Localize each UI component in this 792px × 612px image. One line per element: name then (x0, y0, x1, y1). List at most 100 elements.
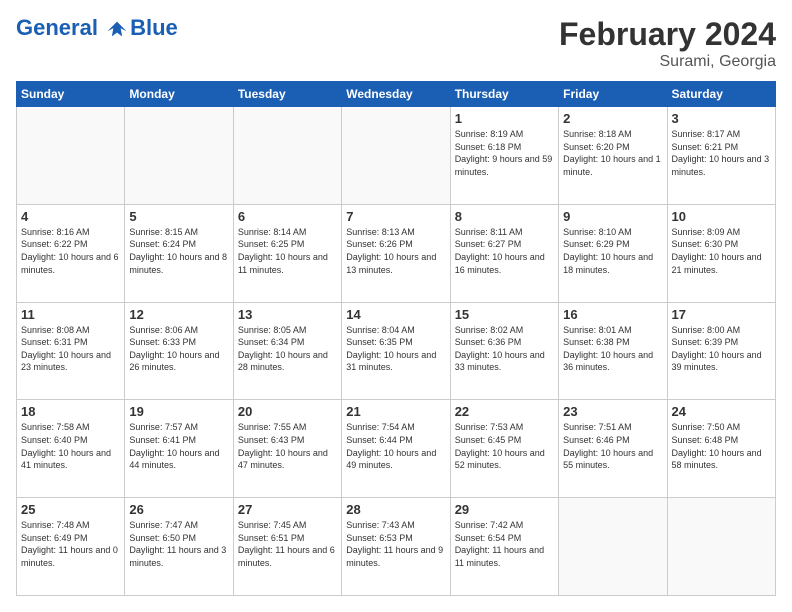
calendar-cell: 3 Sunrise: 8:17 AMSunset: 6:21 PMDaylight… (667, 107, 775, 205)
calendar-week-3: 18 Sunrise: 7:58 AMSunset: 6:40 PMDayligh… (17, 400, 776, 498)
calendar-cell: 21 Sunrise: 7:54 AMSunset: 6:44 PMDayligh… (342, 400, 450, 498)
calendar-cell (559, 498, 667, 596)
calendar-cell (667, 498, 775, 596)
calendar-cell: 24 Sunrise: 7:50 AMSunset: 6:48 PMDayligh… (667, 400, 775, 498)
calendar-cell: 13 Sunrise: 8:05 AMSunset: 6:34 PMDayligh… (233, 302, 341, 400)
logo: General Blue (16, 16, 178, 40)
calendar-cell: 26Sunrise: 7:47 AMSunset: 6:50 PMDayligh… (125, 498, 233, 596)
day-info: Sunrise: 8:10 AMSunset: 6:29 PMDaylight:… (563, 226, 662, 276)
day-number: 13 (238, 307, 337, 322)
calendar-cell: 16 Sunrise: 8:01 AMSunset: 6:38 PMDayligh… (559, 302, 667, 400)
day-number: 19 (129, 404, 228, 419)
day-info: Sunrise: 8:06 AMSunset: 6:33 PMDaylight:… (129, 324, 228, 374)
day-number: 20 (238, 404, 337, 419)
weekday-header-tuesday: Tuesday (233, 82, 341, 107)
day-number: 11 (21, 307, 120, 322)
calendar-cell: 11Sunrise: 8:08 AMSunset: 6:31 PMDayligh… (17, 302, 125, 400)
day-info: Sunrise: 8:15 AMSunset: 6:24 PMDaylight:… (129, 226, 228, 276)
day-number: 14 (346, 307, 445, 322)
day-info: Sunrise: 7:50 AMSunset: 6:48 PMDaylight:… (672, 421, 771, 471)
day-number: 3 (672, 111, 771, 126)
calendar-cell: 27Sunrise: 7:45 AMSunset: 6:51 PMDayligh… (233, 498, 341, 596)
day-number: 25 (21, 502, 120, 517)
day-info: Sunrise: 8:19 AMSunset: 6:18 PMDaylight:… (455, 128, 554, 178)
calendar-cell: 23 Sunrise: 7:51 AMSunset: 6:46 PMDayligh… (559, 400, 667, 498)
calendar-week-1: 4 Sunrise: 8:16 AMSunset: 6:22 PMDaylight… (17, 204, 776, 302)
day-number: 22 (455, 404, 554, 419)
calendar-cell: 9 Sunrise: 8:10 AMSunset: 6:29 PMDaylight… (559, 204, 667, 302)
calendar-cell: 2Sunrise: 8:18 AMSunset: 6:20 PMDaylight… (559, 107, 667, 205)
day-number: 18 (21, 404, 120, 419)
day-info: Sunrise: 8:13 AMSunset: 6:26 PMDaylight:… (346, 226, 445, 276)
calendar-cell: 4 Sunrise: 8:16 AMSunset: 6:22 PMDaylight… (17, 204, 125, 302)
calendar-cell: 8 Sunrise: 8:11 AMSunset: 6:27 PMDaylight… (450, 204, 558, 302)
logo-text-general: General (16, 15, 98, 40)
calendar-cell: 22 Sunrise: 7:53 AMSunset: 6:45 PMDayligh… (450, 400, 558, 498)
calendar-cell: 25 Sunrise: 7:48 AMSunset: 6:49 PMDayligh… (17, 498, 125, 596)
location-title: Surami, Georgia (559, 53, 776, 71)
day-number: 4 (21, 209, 120, 224)
day-info: Sunrise: 8:05 AMSunset: 6:34 PMDaylight:… (238, 324, 337, 374)
weekday-header-monday: Monday (125, 82, 233, 107)
day-info: Sunrise: 8:11 AMSunset: 6:27 PMDaylight:… (455, 226, 554, 276)
weekday-header-wednesday: Wednesday (342, 82, 450, 107)
day-info: Sunrise: 7:43 AMSunset: 6:53 PMDaylight:… (346, 519, 445, 569)
day-info: Sunrise: 8:16 AMSunset: 6:22 PMDaylight:… (21, 226, 120, 276)
weekday-header-friday: Friday (559, 82, 667, 107)
calendar-cell: 29Sunrise: 7:42 AMSunset: 6:54 PMDayligh… (450, 498, 558, 596)
day-number: 16 (563, 307, 662, 322)
day-number: 17 (672, 307, 771, 322)
day-number: 24 (672, 404, 771, 419)
calendar-table: SundayMondayTuesdayWednesdayThursdayFrid… (16, 81, 776, 596)
logo-text-blue: Blue (130, 16, 178, 40)
day-number: 29 (455, 502, 554, 517)
calendar-week-4: 25 Sunrise: 7:48 AMSunset: 6:49 PMDayligh… (17, 498, 776, 596)
day-info: Sunrise: 8:17 AMSunset: 6:21 PMDaylight:… (672, 128, 771, 178)
day-info: Sunrise: 8:09 AMSunset: 6:30 PMDaylight:… (672, 226, 771, 276)
day-number: 12 (129, 307, 228, 322)
day-info: Sunrise: 7:48 AMSunset: 6:49 PMDaylight:… (21, 519, 120, 569)
day-info: Sunrise: 7:47 AMSunset: 6:50 PMDaylight:… (129, 519, 228, 569)
calendar-cell: 20 Sunrise: 7:55 AMSunset: 6:43 PMDayligh… (233, 400, 341, 498)
calendar-cell: 7Sunrise: 8:13 AMSunset: 6:26 PMDaylight… (342, 204, 450, 302)
calendar-cell: 5 Sunrise: 8:15 AMSunset: 6:24 PMDaylight… (125, 204, 233, 302)
day-number: 2 (563, 111, 662, 126)
calendar-cell (17, 107, 125, 205)
day-info: Sunrise: 8:01 AMSunset: 6:38 PMDaylight:… (563, 324, 662, 374)
month-title: February 2024 (559, 16, 776, 53)
calendar-cell (342, 107, 450, 205)
day-number: 23 (563, 404, 662, 419)
day-info: Sunrise: 7:51 AMSunset: 6:46 PMDaylight:… (563, 421, 662, 471)
day-info: Sunrise: 7:53 AMSunset: 6:45 PMDaylight:… (455, 421, 554, 471)
logo-bird-icon (106, 18, 128, 40)
calendar-week-2: 11Sunrise: 8:08 AMSunset: 6:31 PMDayligh… (17, 302, 776, 400)
calendar-cell: 10Sunrise: 8:09 AMSunset: 6:30 PMDayligh… (667, 204, 775, 302)
weekday-header-saturday: Saturday (667, 82, 775, 107)
day-number: 1 (455, 111, 554, 126)
calendar-cell: 15 Sunrise: 8:02 AMSunset: 6:36 PMDayligh… (450, 302, 558, 400)
calendar-cell: 14 Sunrise: 8:04 AMSunset: 6:35 PMDayligh… (342, 302, 450, 400)
day-number: 9 (563, 209, 662, 224)
weekday-header-thursday: Thursday (450, 82, 558, 107)
calendar-cell: 17Sunrise: 8:00 AMSunset: 6:39 PMDayligh… (667, 302, 775, 400)
day-info: Sunrise: 7:54 AMSunset: 6:44 PMDaylight:… (346, 421, 445, 471)
day-info: Sunrise: 7:55 AMSunset: 6:43 PMDaylight:… (238, 421, 337, 471)
day-number: 21 (346, 404, 445, 419)
calendar-cell: 18 Sunrise: 7:58 AMSunset: 6:40 PMDayligh… (17, 400, 125, 498)
page-header: General Blue February 2024 Surami, Georg… (16, 16, 776, 71)
calendar-cell (125, 107, 233, 205)
day-number: 8 (455, 209, 554, 224)
calendar-header-row: SundayMondayTuesdayWednesdayThursdayFrid… (17, 82, 776, 107)
day-info: Sunrise: 7:58 AMSunset: 6:40 PMDaylight:… (21, 421, 120, 471)
calendar-cell (233, 107, 341, 205)
day-info: Sunrise: 8:04 AMSunset: 6:35 PMDaylight:… (346, 324, 445, 374)
day-number: 28 (346, 502, 445, 517)
day-number: 5 (129, 209, 228, 224)
calendar-cell: 19Sunrise: 7:57 AMSunset: 6:41 PMDayligh… (125, 400, 233, 498)
day-info: Sunrise: 8:02 AMSunset: 6:36 PMDaylight:… (455, 324, 554, 374)
day-number: 15 (455, 307, 554, 322)
calendar-cell: 28 Sunrise: 7:43 AMSunset: 6:53 PMDayligh… (342, 498, 450, 596)
calendar-cell: 6 Sunrise: 8:14 AMSunset: 6:25 PMDaylight… (233, 204, 341, 302)
day-number: 6 (238, 209, 337, 224)
day-info: Sunrise: 8:14 AMSunset: 6:25 PMDaylight:… (238, 226, 337, 276)
